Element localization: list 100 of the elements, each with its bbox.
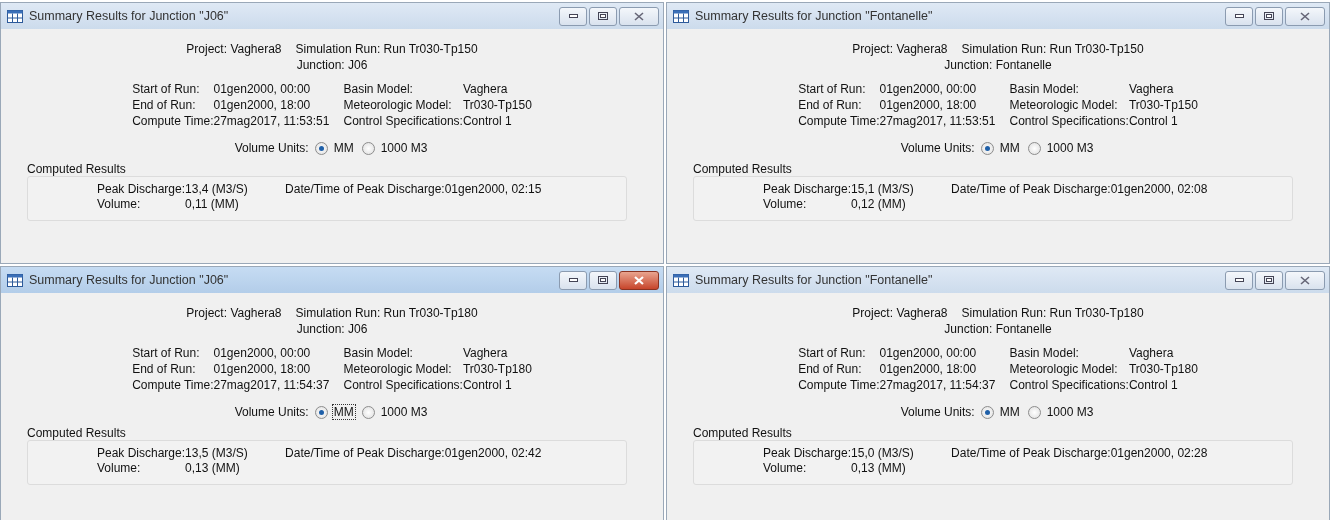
field-value: 27mag2017, 11:54:37 [213,377,331,393]
close-button[interactable] [1285,270,1325,290]
radio-button[interactable] [980,405,994,419]
radio-label[interactable]: 1000 M3 [378,140,430,156]
close-icon [1300,275,1310,285]
field-value: 15,1 (M3/S) [851,182,915,197]
minimize-button[interactable] [559,6,587,26]
radio-label[interactable]: MM [331,404,356,420]
field-value: 01gen2000, 00:00 [879,345,978,361]
group-title: Computed Results [27,426,126,440]
header-text: Project: Vaghera8 [186,42,282,56]
field-value: Vaghera [462,81,509,97]
field-value: Vaghera [1128,81,1175,97]
field-label: Start of Run: [132,81,201,97]
minimize-button[interactable] [559,270,587,290]
radio-button[interactable] [1027,141,1041,155]
header-text: Project: Vaghera8 [852,42,948,56]
field-value: Control 1 [1128,377,1179,393]
field-value: 01gen2000, 00:00 [879,81,978,97]
close-button[interactable] [619,270,659,290]
radio-button[interactable] [314,405,328,419]
radio-button[interactable] [361,405,375,419]
header-text: Simulation Run: Run Tr030-Tp180 [295,306,478,320]
field-label: Compute Time: [132,377,214,393]
field-value: Tr030-Tp180 [1128,361,1198,377]
header-text: Project: Vaghera8 [852,306,948,320]
close-button[interactable] [619,6,659,26]
field-label: Date/Time of Peak Discharge: [285,182,445,197]
close-button[interactable] [1285,6,1325,26]
field-label: Start of Run: [798,345,867,361]
field-value: Control 1 [462,377,513,393]
field-label: Volume Units: [900,405,975,419]
radio-label[interactable]: 1000 M3 [378,404,430,420]
table-icon [673,9,689,23]
field-label: End of Run: [798,361,863,377]
field-label: Compute Time: [798,113,880,129]
maximize-button[interactable] [589,270,617,290]
field-value: 01gen2000, 00:00 [213,345,312,361]
maximize-icon [1264,12,1274,20]
radio-label[interactable]: 1000 M3 [1044,140,1096,156]
minimize-icon [1234,14,1244,18]
radio-label[interactable]: MM [997,404,1022,420]
table-icon [7,273,23,287]
field-value: 13,4 (M3/S) [185,182,249,197]
field-value: 27mag2017, 11:53:51 [879,113,997,129]
header-text: Simulation Run: Run Tr030-Tp180 [961,306,1144,320]
radio-button[interactable] [314,141,328,155]
field-value: Vaghera [1128,345,1175,361]
radio-button[interactable] [980,141,994,155]
field-label: Start of Run: [798,81,867,97]
window-title: Summary Results for Junction "J06" [29,9,230,23]
field-label: Control Specifications: [343,113,463,129]
field-label: Start of Run: [132,345,201,361]
close-icon [634,275,644,285]
field-value: 0,13 (MM) [185,461,241,476]
field-value: 13,5 (M3/S) [185,446,249,461]
radio-label[interactable]: MM [997,140,1022,156]
field-value: 01gen2000, 18:00 [879,97,978,113]
field-label: Meteorologic Model: [1009,97,1119,113]
field-label: Basin Model: [343,345,414,361]
field-value: 27mag2017, 11:54:37 [879,377,997,393]
field-label: Date/Time of Peak Discharge: [285,446,445,461]
group-title: Computed Results [27,162,126,176]
field-label: Peak Discharge: [763,446,852,461]
junction-text: Junction: Fontanelle [944,322,1052,336]
field-value: 01gen2000, 02:08 [1110,182,1208,197]
field-label: End of Run: [132,97,197,113]
junction-text: Junction: J06 [296,58,368,72]
field-label: Volume Units: [234,141,309,155]
header-text: Project: Vaghera8 [186,306,282,320]
field-label: Meteorologic Model: [1009,361,1119,377]
radio-label[interactable]: 1000 M3 [1044,404,1096,420]
radio-label[interactable]: MM [331,140,356,156]
field-value: 0,11 (MM) [185,197,240,212]
field-label: Volume Units: [234,405,309,419]
minimize-button[interactable] [1225,270,1253,290]
group-title: Computed Results [693,162,792,176]
field-value: Control 1 [1128,113,1179,129]
field-label: Meteorologic Model: [343,361,453,377]
field-label: Peak Discharge: [763,182,852,197]
minimize-button[interactable] [1225,6,1253,26]
maximize-button[interactable] [589,6,617,26]
radio-button[interactable] [361,141,375,155]
header-text: Simulation Run: Run Tr030-Tp150 [295,42,478,56]
field-value: 0,13 (MM) [851,461,907,476]
maximize-button[interactable] [1255,6,1283,26]
field-value: Tr030-Tp180 [462,361,532,377]
field-label: Volume Units: [900,141,975,155]
minimize-icon [1234,278,1244,282]
minimize-icon [568,14,578,18]
group-title: Computed Results [693,426,792,440]
radio-button[interactable] [1027,405,1041,419]
field-label: Volume: [97,461,142,476]
field-label: Volume: [97,197,142,212]
field-label: End of Run: [798,97,863,113]
table-icon [7,9,23,23]
maximize-button[interactable] [1255,270,1283,290]
field-value: 01gen2000, 18:00 [213,97,312,113]
field-label: Peak Discharge: [97,446,186,461]
field-label: Control Specifications: [343,377,463,393]
